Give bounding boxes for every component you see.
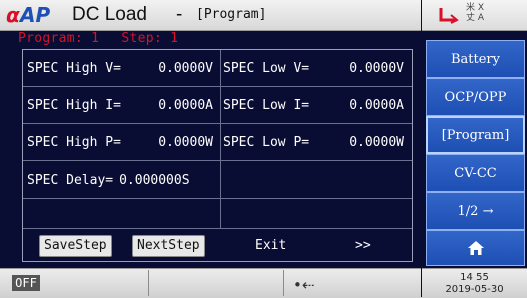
program-number: Program: 1 [18, 31, 100, 46]
title-bar: α AP DC Load - [Program] [0, 0, 421, 31]
spec-high-p-cell[interactable]: SPEC High P= 0.0000W [27, 124, 217, 161]
spec-delay-value: 0.000000S [119, 172, 190, 188]
lan-icon [439, 8, 459, 24]
spec-low-v-cell[interactable]: SPEC Low V= 0.0000V [223, 50, 408, 86]
app-title: DC Load [72, 4, 147, 25]
spec-delay-cell[interactable]: SPEC Delay= 0.000000S [27, 161, 217, 199]
step-number: Step: 1 [121, 31, 179, 46]
usb-icon: •⇠ [293, 276, 315, 294]
spec-high-i-value: 0.0000A [158, 98, 213, 113]
spec-low-v-value: 0.0000V [349, 60, 404, 76]
home-icon [467, 241, 484, 255]
softkey-cv-cc[interactable]: CV-CC [426, 154, 525, 192]
home-button[interactable] [426, 230, 525, 266]
title-separator: - [176, 4, 183, 25]
spec-low-i-cell[interactable]: SPEC Low I= 0.0000A [223, 87, 408, 124]
spec-high-v-cell[interactable]: SPEC High V= 0.0000V [27, 50, 217, 86]
spec-low-v-label: SPEC Low V= [223, 60, 310, 76]
program-status: Program: 1 Step: 1 [18, 31, 192, 46]
table-row-empty [23, 198, 412, 229]
clock-date: 2019-05-30 [445, 284, 504, 295]
exit-button[interactable]: Exit [255, 238, 286, 253]
spec-high-i-cell[interactable]: SPEC High I= 0.0000A [27, 87, 217, 124]
svg-text:α: α [6, 3, 20, 25]
svg-text:AP: AP [18, 3, 50, 25]
footer-row: SaveStep NextStep Exit >> [23, 228, 412, 262]
spec-low-p-value: 0.0000W [349, 135, 404, 150]
spec-low-p-cell[interactable]: SPEC Low P= 0.0000W [223, 124, 408, 161]
spec-high-v-value: 0.0000V [158, 60, 213, 76]
language-icon[interactable]: 米 X 丈 A [466, 3, 484, 23]
spec-high-p-label: SPEC High P= [27, 135, 121, 150]
bottom-divider [148, 270, 149, 296]
brand-logo: α AP [6, 3, 50, 25]
mode-title: [Program] [196, 7, 267, 22]
bottom-divider [283, 270, 284, 296]
dc-load-screen: α AP DC Load - [Program] 米 X 丈 A Program… [0, 0, 527, 298]
spec-low-i-label: SPEC Low I= [223, 98, 310, 113]
column-divider [220, 199, 221, 229]
table-row: SPEC High I= 0.0000A SPEC Low I= 0.0000A [23, 86, 412, 124]
table-row: SPEC High P= 0.0000W SPEC Low P= 0.0000W [23, 123, 412, 161]
output-state-badge: OFF [12, 275, 40, 291]
spec-high-i-label: SPEC High I= [27, 98, 121, 113]
softkey-ocp-opp[interactable]: OCP/OPP [426, 78, 525, 116]
softkey-battery[interactable]: Battery [426, 40, 525, 78]
softkey-program[interactable]: [Program] [426, 116, 525, 154]
table-row: SPEC High V= 0.0000V SPEC Low V= 0.0000V [23, 50, 412, 86]
more-button[interactable]: >> [355, 238, 371, 253]
clock-time: 14 55 [460, 272, 489, 283]
next-step-button[interactable]: NextStep [132, 235, 205, 257]
clock: 14 55 2019-05-30 [422, 268, 527, 298]
spec-high-p-value: 0.0000W [158, 135, 213, 150]
table-row: SPEC Delay= 0.000000S [23, 160, 412, 199]
status-corner: 米 X 丈 A [422, 0, 527, 31]
spec-delay-label: SPEC Delay= [27, 172, 114, 188]
spec-panel: SPEC High V= 0.0000V SPEC Low V= 0.0000V… [22, 49, 413, 262]
softkey-page[interactable]: 1/2 → [426, 192, 525, 230]
save-step-button[interactable]: SaveStep [39, 235, 112, 257]
spec-high-v-label: SPEC High V= [27, 60, 121, 76]
bottom-status-bar [0, 268, 421, 298]
spec-low-i-value: 0.0000A [349, 98, 404, 113]
spec-low-p-label: SPEC Low P= [223, 135, 310, 150]
